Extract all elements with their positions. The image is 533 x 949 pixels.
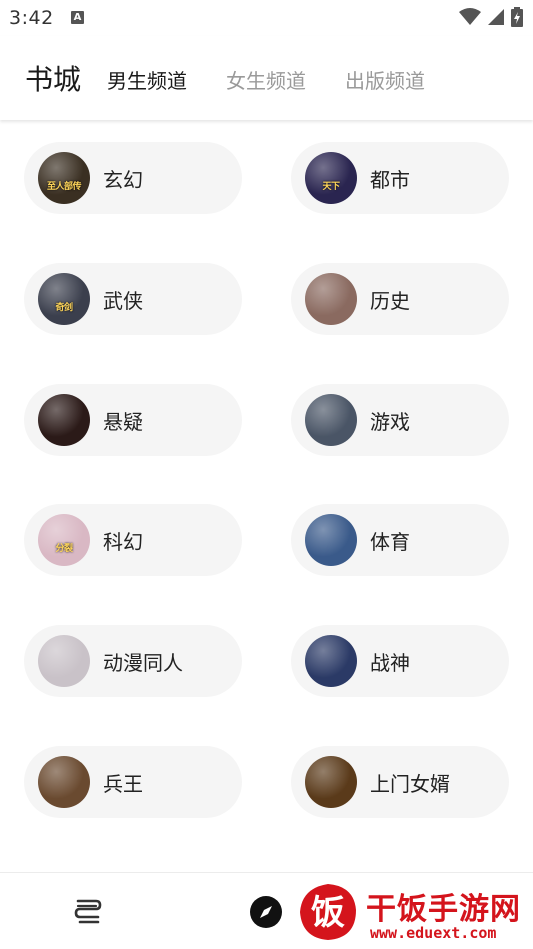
book-cover-image bbox=[305, 273, 357, 325]
watermark-logo-icon: 饭 bbox=[300, 884, 356, 940]
category-label: 游戏 bbox=[370, 409, 410, 434]
signal-icon bbox=[488, 9, 504, 25]
cover-text: 至人部传 bbox=[46, 182, 82, 192]
book-cover-image bbox=[305, 394, 357, 446]
book-cover-image: 天下 bbox=[305, 152, 357, 204]
category-label: 上门女婿 bbox=[370, 771, 450, 796]
category-item-xuanyi[interactable]: 悬疑 bbox=[24, 384, 242, 456]
tab-male-channel[interactable]: 男生频道 bbox=[107, 65, 187, 94]
book-cover-image: 至人部传 bbox=[38, 152, 90, 204]
category-label: 玄幻 bbox=[103, 167, 143, 192]
category-item-shangmen[interactable]: 上门女婿 bbox=[291, 746, 509, 818]
cover-text: 分裂 bbox=[55, 544, 73, 554]
battery-icon bbox=[511, 7, 523, 27]
cover-text: 天下 bbox=[322, 182, 340, 192]
tab-publish-channel[interactable]: 出版频道 bbox=[345, 65, 425, 94]
category-item-zhanshen[interactable]: 战神 bbox=[291, 625, 509, 697]
book-cover-image bbox=[305, 756, 357, 808]
category-item-kehuan[interactable]: 分裂 科幻 bbox=[24, 504, 242, 576]
category-item-youxi[interactable]: 游戏 bbox=[291, 384, 509, 456]
category-grid: 至人部传 玄幻 天下 都市 奇剑 武侠 历史 悬疑 游戏 分裂 科幻 体育 动漫… bbox=[0, 120, 533, 872]
category-label: 都市 bbox=[370, 167, 410, 192]
page-title: 书城 bbox=[25, 63, 82, 96]
watermark-url: www.eduext.com bbox=[370, 924, 497, 942]
category-item-wuxia[interactable]: 奇剑 武侠 bbox=[24, 263, 242, 335]
category-item-tiyu[interactable]: 体育 bbox=[291, 504, 509, 576]
header: 书城 男生频道 女生频道 出版频道 bbox=[0, 36, 533, 120]
category-item-dushi[interactable]: 天下 都市 bbox=[291, 142, 509, 214]
category-label: 科幻 bbox=[103, 529, 143, 554]
status-time: 3:42 bbox=[9, 7, 54, 29]
status-icons bbox=[459, 7, 523, 27]
book-cover-image bbox=[305, 514, 357, 566]
watermark-logo-char: 饭 bbox=[311, 893, 345, 933]
category-label: 悬疑 bbox=[103, 409, 143, 434]
book-cover-image bbox=[38, 394, 90, 446]
tab-female-channel[interactable]: 女生频道 bbox=[226, 65, 306, 94]
watermark: 饭 干饭手游网 www.eduext.com bbox=[296, 878, 528, 946]
category-label: 武侠 bbox=[103, 288, 143, 313]
category-label: 兵王 bbox=[103, 771, 143, 796]
book-cover-image: 分裂 bbox=[38, 514, 90, 566]
watermark-title: 干饭手游网 bbox=[366, 892, 521, 927]
category-label: 战神 bbox=[370, 650, 410, 675]
category-item-bingwang[interactable]: 兵王 bbox=[24, 746, 242, 818]
category-label: 历史 bbox=[370, 288, 410, 313]
category-item-lishi[interactable]: 历史 bbox=[291, 263, 509, 335]
category-label: 动漫同人 bbox=[103, 650, 183, 675]
status-bar: 3:42 A bbox=[0, 0, 533, 36]
category-item-xuanhuan[interactable]: 至人部传 玄幻 bbox=[24, 142, 242, 214]
book-cover-image bbox=[38, 756, 90, 808]
wifi-icon bbox=[459, 8, 481, 25]
book-cover-image bbox=[38, 635, 90, 687]
compass-icon[interactable] bbox=[249, 895, 283, 929]
category-label: 体育 bbox=[370, 529, 410, 554]
cover-text: 奇剑 bbox=[55, 303, 73, 313]
notification-icon: A bbox=[71, 11, 84, 24]
book-cover-image bbox=[305, 635, 357, 687]
bookshelf-icon[interactable] bbox=[70, 893, 106, 929]
category-item-dongman[interactable]: 动漫同人 bbox=[24, 625, 242, 697]
book-cover-image: 奇剑 bbox=[38, 273, 90, 325]
